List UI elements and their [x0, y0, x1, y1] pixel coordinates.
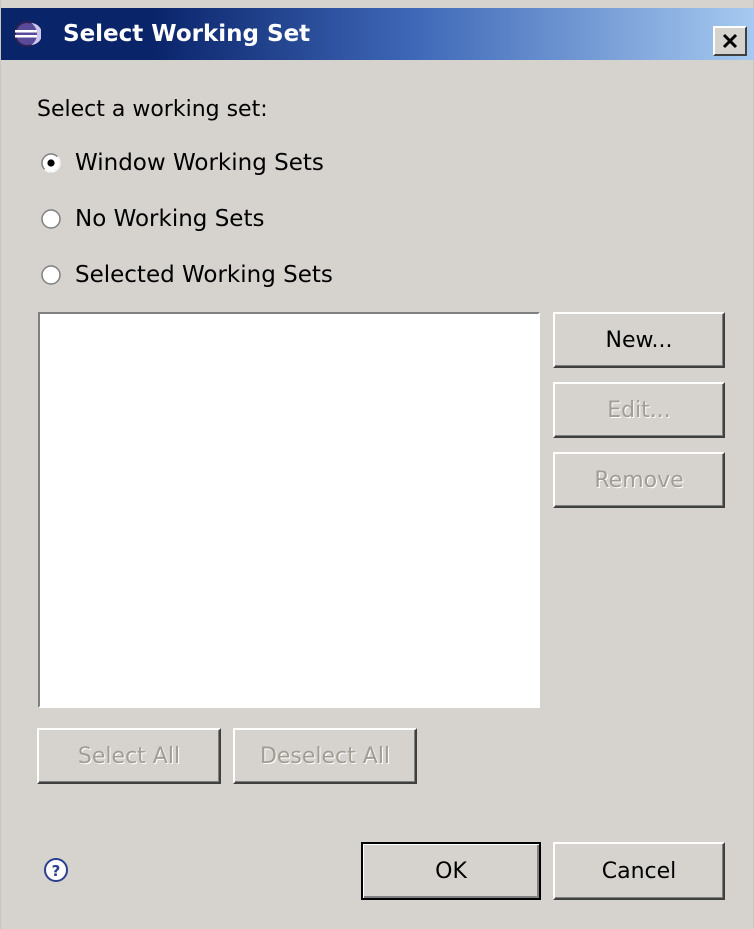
prompt-label: Select a working set:: [37, 97, 268, 122]
remove-button[interactable]: Remove: [553, 452, 725, 508]
question-mark-icon[interactable]: ?: [41, 855, 71, 885]
radio-label: No Working Sets: [75, 206, 265, 232]
window-title: Select Working Set: [63, 21, 311, 47]
close-icon: [722, 33, 738, 49]
close-button[interactable]: [713, 26, 747, 56]
radio-label: Selected Working Sets: [75, 262, 333, 288]
radio-window-working-sets[interactable]: Window Working Sets: [41, 147, 324, 179]
ok-button[interactable]: OK: [361, 842, 541, 900]
radio-no-working-sets[interactable]: No Working Sets: [41, 203, 264, 235]
select-working-set-dialog: Select Working Set Select a working set:…: [0, 0, 754, 929]
select-all-button[interactable]: Select All: [37, 728, 221, 784]
eclipse-icon: [14, 21, 41, 47]
new-button[interactable]: New...: [553, 312, 725, 368]
radio-unchecked-icon: [41, 209, 61, 229]
cancel-button[interactable]: Cancel: [553, 842, 725, 900]
svg-text:?: ?: [52, 862, 61, 880]
radio-selected-working-sets[interactable]: Selected Working Sets: [41, 259, 333, 291]
radio-label: Window Working Sets: [75, 150, 324, 176]
radio-checked-icon: [41, 153, 61, 173]
edit-button[interactable]: Edit...: [553, 382, 725, 438]
radio-unchecked-icon: [41, 265, 61, 285]
title-bar[interactable]: Select Working Set: [1, 8, 754, 60]
working-sets-list[interactable]: [38, 312, 540, 708]
deselect-all-button[interactable]: Deselect All: [233, 728, 417, 784]
